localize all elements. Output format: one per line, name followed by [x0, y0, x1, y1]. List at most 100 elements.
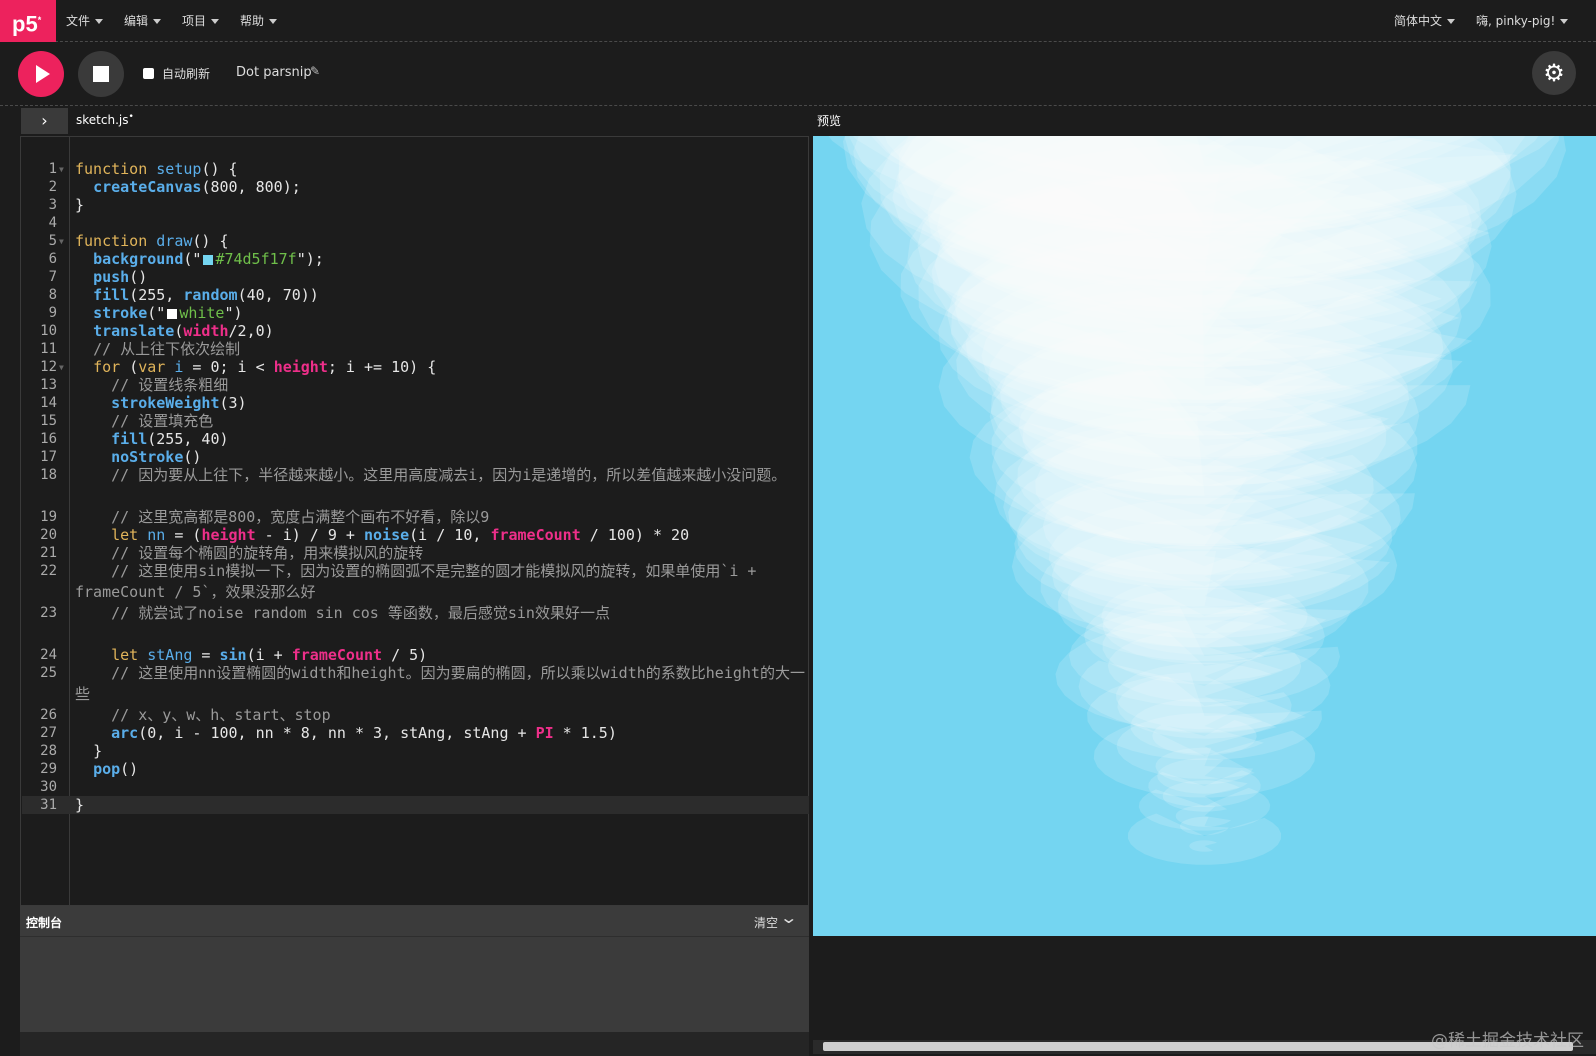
code-token: noStroke [111, 448, 184, 466]
chevron-down-icon [269, 19, 278, 24]
user-menu[interactable]: 嗨, pinky-pig! [1476, 0, 1569, 42]
code-token: // 设置填充色 [75, 412, 214, 430]
code-token: "); [296, 250, 324, 268]
code-token: // 因为要从上往下，半径越来越小。这里用高度减去i，因为i是递增的，所以差值越… [75, 466, 787, 484]
fold-marker-icon[interactable]: ▼ [59, 363, 64, 372]
sidebar-toggle-button[interactable]: › [21, 108, 68, 134]
code-token: translate [93, 322, 175, 340]
code-token: // 这里使用nn设置椭圆的width和height。因为要扁的椭圆，所以乘以w… [75, 664, 805, 703]
line-number: 15 [40, 413, 57, 429]
auto-refresh-checkbox[interactable] [143, 68, 154, 79]
code-line[interactable]: } [75, 795, 806, 816]
line-number: 26 [40, 707, 57, 723]
play-button[interactable] [18, 51, 64, 97]
code-token: createCanvas [93, 178, 202, 196]
project-name[interactable]: Dot parsnip [236, 65, 312, 80]
gear-icon[interactable]: ⚙ [1532, 51, 1576, 95]
pencil-icon[interactable]: ✎ [310, 64, 320, 78]
line-number: 21 [40, 545, 57, 561]
console-title: 控制台 [26, 916, 63, 930]
menu-project[interactable]: 项目 [182, 0, 220, 42]
line-number: 23 [40, 605, 57, 621]
code-token: (" [183, 250, 202, 268]
code-token: let [111, 526, 148, 544]
line-number: 5 [48, 233, 57, 249]
line-number: 24 [40, 647, 57, 663]
chevron-down-icon[interactable]: ⌄ [779, 908, 798, 927]
code-token: (255, 40) [147, 430, 229, 448]
line-number: 6 [48, 251, 57, 267]
code-editor[interactable]: 1 ▼ function setup() {2 createCanvas(800, … [20, 136, 809, 906]
fold-marker-icon[interactable]: ▼ [59, 165, 64, 174]
code-line[interactable]: } [75, 195, 806, 216]
code-token: (255, [129, 286, 184, 304]
menu-file[interactable]: 文件 [66, 0, 104, 42]
p5-logo[interactable]: p5* [0, 0, 56, 42]
code-line[interactable]: // 因为要从上往下，半径越来越小。这里用高度减去i，因为i是递增的，所以差值越… [75, 465, 806, 486]
line-number: 27 [40, 725, 57, 741]
code-line[interactable]: // 这里使用sin模拟一下，因为设置的椭圆弧不是完整的圆才能模拟风的旋转，如果… [75, 561, 806, 603]
fold-marker-icon[interactable]: ▼ [59, 237, 64, 246]
code-token: frameCount [291, 646, 383, 664]
line-number: 9 [48, 305, 57, 321]
code-token: (0, i - 100, nn * 8, nn * 3, stAng, stAn… [138, 724, 536, 742]
file-tab-sketch[interactable]: sketch.js• [76, 112, 134, 127]
line-number: 17 [40, 449, 57, 465]
tornado-sketch [828, 136, 1566, 865]
code-token: let [111, 646, 148, 664]
unsaved-dot: • [128, 112, 134, 122]
code-token: } [75, 196, 85, 214]
stop-button[interactable] [78, 51, 124, 97]
menu-project-label: 项目 [182, 14, 207, 28]
code-token: #74d5f17f [215, 250, 297, 268]
line-number: 10 [40, 323, 57, 339]
logo-asterisk: * [37, 15, 42, 25]
line-number: 31 [40, 797, 57, 813]
toolbar: 自动刷新 Dot parsnip ✎ ⚙ [0, 43, 1596, 106]
code-token: stAng [147, 646, 193, 664]
line-number: 2 [48, 179, 57, 195]
code-token: / 100) * 20 [580, 526, 690, 544]
preview-canvas[interactable] [813, 136, 1596, 936]
code-token: ; i += 10) { [327, 358, 437, 376]
color-swatch [203, 254, 214, 265]
code-token: // x、y、w、h、start、stop [75, 706, 331, 724]
code-line[interactable]: // 这里使用nn设置椭圆的width和height。因为要扁的椭圆，所以乘以w… [75, 663, 806, 705]
code-token: push [93, 268, 130, 286]
line-number: 8 [48, 287, 57, 303]
line-number: 16 [40, 431, 57, 447]
code-token: / 5) [382, 646, 428, 664]
chevron-down-icon [95, 19, 104, 24]
menu-edit[interactable]: 编辑 [124, 0, 162, 42]
console-input[interactable] [20, 1032, 809, 1056]
top-nav: p5* 文件 编辑 项目 帮助 简体中文 嗨, pinky-pig! [0, 0, 1596, 42]
code-token: // 设置线条粗细 [75, 376, 229, 394]
code-token: for [93, 358, 130, 376]
menu-edit-label: 编辑 [124, 14, 149, 28]
code-token: frameCount [490, 526, 581, 544]
auto-refresh-label[interactable]: 自动刷新 [162, 65, 210, 82]
code-token: (3) [219, 394, 247, 412]
line-number: 19 [40, 509, 57, 525]
code-token: () { [201, 160, 238, 178]
console-output [20, 936, 809, 1032]
code-line[interactable]: // 就尝试了noise random sin cos 等函数，最后感觉sin效… [75, 603, 806, 624]
console-clear-button[interactable]: 清空 [754, 914, 778, 931]
language-selector[interactable]: 简体中文 [1394, 0, 1456, 42]
code-line[interactable]: pop() [75, 759, 806, 780]
watermark: @稀土掘金技术社区 [1431, 1031, 1584, 1051]
code-token: function [75, 160, 157, 178]
line-number: 20 [40, 527, 57, 543]
line-number: 14 [40, 395, 57, 411]
code-token: () [183, 448, 202, 466]
menu-help[interactable]: 帮助 [240, 0, 278, 42]
console-header: 控制台 清空 ⌄ [20, 906, 809, 936]
code-token: draw [156, 232, 193, 250]
